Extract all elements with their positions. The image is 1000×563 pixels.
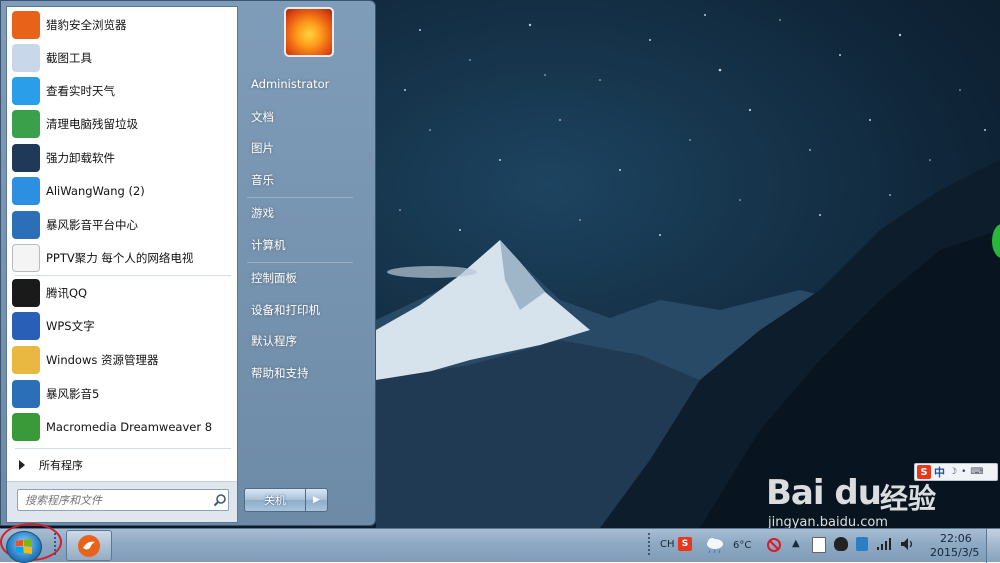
program-item-label: AliWangWang (2) bbox=[46, 184, 145, 198]
wps-writer-icon bbox=[12, 312, 40, 340]
ime-keyboard-icon[interactable]: ⌨ bbox=[970, 467, 983, 477]
clock-date[interactable]: 2015/3/5 bbox=[930, 546, 979, 559]
games-link[interactable]: 游戏 bbox=[251, 205, 274, 221]
program-item[interactable]: 清理电脑残留垃圾 bbox=[9, 108, 235, 140]
music-link[interactable]: 音乐 bbox=[251, 172, 274, 188]
program-item[interactable]: Windows 资源管理器 bbox=[9, 344, 235, 376]
temperature-text[interactable]: 6°C bbox=[733, 540, 751, 551]
program-item-label: 截图工具 bbox=[46, 51, 92, 65]
ime-symbol-icon[interactable]: • bbox=[961, 467, 966, 477]
taskbar: CH S 6°C ▲ 22:06 2015/3/5 bbox=[0, 523, 1000, 563]
devices-printers-link[interactable]: 设备和打印机 bbox=[251, 302, 320, 318]
search-input[interactable] bbox=[23, 492, 209, 508]
volume-icon[interactable] bbox=[900, 537, 916, 551]
program-item[interactable]: AliWangWang (2) bbox=[9, 175, 235, 207]
pictures-link[interactable]: 图片 bbox=[251, 140, 274, 156]
program-item-label: Windows 资源管理器 bbox=[46, 353, 159, 367]
film-icon bbox=[12, 211, 40, 239]
network-error-icon[interactable] bbox=[766, 537, 782, 553]
blank-file-icon bbox=[12, 244, 40, 272]
user-avatar[interactable] bbox=[284, 7, 334, 57]
program-item-label: 猎豹安全浏览器 bbox=[46, 18, 127, 32]
windows-logo-icon bbox=[16, 539, 32, 554]
program-item[interactable]: 暴风影音平台中心 bbox=[9, 209, 235, 241]
taskbar-browser-button[interactable] bbox=[66, 530, 112, 561]
ime-punctuation-icon[interactable]: ☽ bbox=[949, 467, 957, 477]
baidu-watermark: Bai du 经验 jingyan.baidu.com bbox=[766, 455, 946, 528]
default-programs-link[interactable]: 默认程序 bbox=[251, 333, 297, 349]
baidu-url-text: jingyan.baidu.com bbox=[768, 515, 888, 528]
program-item-label: 清理电脑残留垃圾 bbox=[46, 117, 138, 131]
program-item-label: WPS文字 bbox=[46, 319, 95, 333]
separator bbox=[15, 448, 231, 449]
program-item-label: 查看实时天气 bbox=[46, 84, 115, 98]
all-programs-label: 所有程序 bbox=[39, 459, 83, 472]
flag-error-icon[interactable] bbox=[812, 537, 826, 553]
control-panel-link[interactable]: 控制面板 bbox=[251, 270, 297, 286]
shutdown-options-button[interactable]: ▶ bbox=[306, 488, 328, 512]
signal-bars-icon[interactable] bbox=[876, 537, 892, 551]
search-icon[interactable] bbox=[213, 493, 227, 507]
all-programs-button[interactable]: 所有程序 bbox=[9, 454, 235, 476]
scissors-icon bbox=[12, 44, 40, 72]
separator bbox=[247, 197, 353, 198]
show-desktop-button[interactable] bbox=[986, 529, 1000, 563]
computer-link[interactable]: 计算机 bbox=[251, 237, 286, 253]
program-item-label: 暴风影音5 bbox=[46, 387, 100, 401]
explorer-folder-icon bbox=[12, 346, 40, 374]
aliwangwang-icon bbox=[12, 177, 40, 205]
security-shield-icon[interactable] bbox=[856, 537, 868, 551]
documents-link[interactable]: 文档 bbox=[251, 109, 274, 125]
film-icon bbox=[12, 380, 40, 408]
separator bbox=[247, 262, 353, 263]
weather-cloud-icon[interactable] bbox=[704, 535, 726, 555]
search-area bbox=[7, 481, 237, 522]
program-item[interactable]: 查看实时天气 bbox=[9, 75, 235, 107]
start-menu-programs-pane: 猎豹安全浏览器 截图工具查看实时天气清理电脑残留垃圾 强力卸载软件 AliWangWa… bbox=[6, 6, 238, 523]
tray-expand-icon[interactable]: ▲ bbox=[792, 538, 800, 549]
program-item[interactable]: 猎豹安全浏览器 bbox=[9, 9, 235, 41]
triangle-right-icon bbox=[19, 460, 25, 470]
language-indicator[interactable]: CH bbox=[660, 539, 675, 550]
start-menu: 猎豹安全浏览器 截图工具查看实时天气清理电脑残留垃圾 强力卸载软件 AliWangWa… bbox=[0, 0, 376, 526]
program-item[interactable]: Macromedia Dreamweaver 8 bbox=[9, 411, 235, 443]
uninstall-shield-icon bbox=[12, 144, 40, 172]
program-item[interactable]: 腾讯QQ bbox=[9, 277, 235, 309]
recycle-bin-icon bbox=[12, 110, 40, 138]
user-name-link[interactable]: Administrator bbox=[251, 77, 329, 91]
program-item-label: 强力卸载软件 bbox=[46, 151, 115, 165]
program-item[interactable]: 截图工具 bbox=[9, 42, 235, 74]
cheetah-browser-icon bbox=[12, 11, 40, 39]
program-item-label: PPTV聚力 每个人的网络电视 bbox=[46, 251, 194, 265]
baidu-logo-text: Bai du bbox=[766, 473, 882, 513]
program-item[interactable]: PPTV聚力 每个人的网络电视 bbox=[9, 242, 235, 274]
program-item-label: 腾讯QQ bbox=[46, 286, 88, 300]
program-item[interactable]: 强力卸载软件 bbox=[9, 142, 235, 174]
tray-grip[interactable] bbox=[648, 533, 650, 557]
start-button[interactable] bbox=[6, 531, 42, 563]
separator bbox=[15, 275, 231, 276]
clock-time[interactable]: 22:06 bbox=[940, 532, 972, 545]
triangle-right-icon: ▶ bbox=[313, 495, 320, 505]
program-item[interactable]: WPS文字 bbox=[9, 310, 235, 342]
search-box[interactable] bbox=[17, 489, 229, 511]
program-item-label: Macromedia Dreamweaver 8 bbox=[46, 420, 213, 434]
program-item[interactable]: 暴风影音5 bbox=[9, 378, 235, 410]
shutdown-button[interactable]: 关机 bbox=[244, 488, 306, 512]
taskbar-grip[interactable] bbox=[54, 533, 56, 557]
baidu-cn-text: 经验 bbox=[880, 482, 937, 515]
sogou-tray-icon[interactable]: S bbox=[678, 537, 692, 551]
help-support-link[interactable]: 帮助和支持 bbox=[251, 365, 309, 381]
qq-penguin-icon bbox=[12, 279, 40, 307]
weather-cloud-icon bbox=[12, 77, 40, 105]
qq-penguin-icon[interactable] bbox=[834, 537, 848, 551]
program-item-label: 暴风影音平台中心 bbox=[46, 218, 138, 232]
dreamweaver-icon bbox=[12, 413, 40, 441]
cheetah-browser-icon bbox=[78, 534, 100, 557]
